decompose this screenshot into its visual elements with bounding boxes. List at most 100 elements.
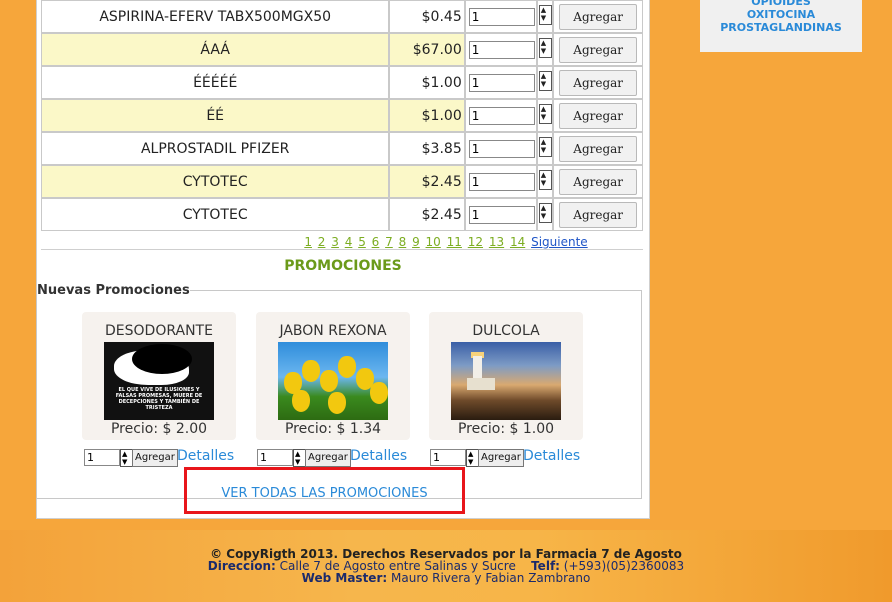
quantity-input[interactable] xyxy=(430,449,466,466)
table-row: ÁAÁ $67.00 ▲▼ Agregar xyxy=(41,33,643,66)
promo-title: DULCOLA xyxy=(472,323,540,339)
product-price: $0.45 xyxy=(389,0,465,33)
see-all-promotions-link[interactable]: VER TODAS LAS PROMOCIONES xyxy=(184,467,465,514)
page-link[interactable]: 11 xyxy=(447,235,462,249)
image-caption: EL QUE VIVE DE ILUSIONES Y FALSAS PROMES… xyxy=(115,387,203,411)
arrow-down-icon[interactable]: ▼ xyxy=(541,113,546,121)
quantity-stepper[interactable]: ▲ ▼ xyxy=(538,4,552,25)
address-label: Direccion: xyxy=(207,559,276,573)
arrow-up-icon[interactable]: ▲ xyxy=(541,39,546,47)
arrow-up-icon[interactable]: ▲ xyxy=(541,72,546,80)
promo-title: DESODORANTE xyxy=(105,323,213,339)
quantity-input[interactable] xyxy=(468,172,535,191)
arrow-up-icon[interactable]: ▲ xyxy=(541,105,546,113)
lighthouse-house xyxy=(467,378,495,390)
quantity-stepper[interactable]: ▲ ▼ xyxy=(538,103,552,124)
quantity-stepper[interactable]: ▲ ▼ xyxy=(538,136,552,157)
details-link[interactable]: Detalles xyxy=(177,448,234,464)
add-button[interactable]: Agregar xyxy=(559,102,638,129)
promo-card[interactable]: DESODORANTE EL QUE VIVE DE ILUSIONES Y F… xyxy=(82,312,236,440)
tulip-shape xyxy=(320,370,338,392)
arrow-up-icon[interactable]: ▲ xyxy=(468,450,473,458)
add-button[interactable]: Agregar xyxy=(559,201,638,228)
add-button[interactable]: Agregar xyxy=(559,3,638,30)
promo-card[interactable]: JABON REXONA Precio: $ 1.34 xyxy=(256,312,410,440)
arrow-up-icon[interactable]: ▲ xyxy=(295,450,300,458)
product-name: ÉÉ xyxy=(41,99,390,132)
add-button[interactable]: Agregar xyxy=(559,135,638,162)
arrow-up-icon[interactable]: ▲ xyxy=(541,6,546,14)
category-prostaglandinas[interactable]: PROSTAGLANDINAS xyxy=(700,21,862,34)
page-link[interactable]: 7 xyxy=(385,235,393,249)
add-button[interactable]: Agregar xyxy=(559,69,638,96)
promo-title: JABON REXONA xyxy=(279,323,387,339)
add-button[interactable]: Agregar xyxy=(559,168,638,195)
page-link[interactable]: 4 xyxy=(345,235,353,249)
arrow-up-icon[interactable]: ▲ xyxy=(541,204,546,212)
page-link[interactable]: 12 xyxy=(468,235,483,249)
table-row: ASPIRINA-EFERV TABX500MGX50 $0.45 ▲▼ Agr… xyxy=(41,0,643,33)
promo-image[interactable] xyxy=(278,342,388,420)
quantity-input[interactable] xyxy=(468,205,535,224)
arrow-down-icon[interactable]: ▼ xyxy=(541,212,546,220)
promo-image[interactable]: EL QUE VIVE DE ILUSIONES Y FALSAS PROMES… xyxy=(104,342,214,420)
product-price: $1.00 xyxy=(389,66,465,99)
arrow-down-icon[interactable]: ▼ xyxy=(122,458,127,466)
webmaster-value: Mauro Rivera y Fabian Zambrano xyxy=(391,571,591,585)
promo-image[interactable] xyxy=(451,342,561,420)
quantity-stepper[interactable]: ▲ ▼ xyxy=(538,70,552,91)
arrow-up-icon[interactable]: ▲ xyxy=(122,450,127,458)
page-link[interactable]: 1 xyxy=(304,235,312,249)
quantity-input[interactable] xyxy=(468,73,535,92)
arrow-down-icon[interactable]: ▼ xyxy=(541,146,546,154)
page-link[interactable]: 2 xyxy=(318,235,326,249)
details-link[interactable]: Detalles xyxy=(350,448,407,464)
table-row: ÉÉÉÉÉ $1.00 ▲▼ Agregar xyxy=(41,66,643,99)
tulip-shape xyxy=(328,392,346,414)
page-link[interactable]: 14 xyxy=(510,235,525,249)
promo-price: Precio: $ 1.00 xyxy=(457,421,555,437)
quantity-stepper[interactable]: ▲ ▼ xyxy=(538,169,552,190)
quantity-input[interactable] xyxy=(468,7,535,26)
arrow-up-icon[interactable]: ▲ xyxy=(541,171,546,179)
orca-shape xyxy=(132,344,192,374)
product-name: ASPIRINA-EFERV TABX500MGX50 xyxy=(41,0,390,33)
quantity-input[interactable] xyxy=(468,40,535,59)
quantity-input[interactable] xyxy=(84,449,120,466)
next-page-link[interactable]: Siguiente xyxy=(531,235,588,249)
quantity-input[interactable] xyxy=(468,139,535,158)
quantity-input[interactable] xyxy=(468,106,535,125)
page-link[interactable]: 10 xyxy=(426,235,441,249)
add-button[interactable]: Agregar xyxy=(305,449,351,467)
arrow-down-icon[interactable]: ▼ xyxy=(295,458,300,466)
tulip-shape xyxy=(338,356,356,378)
arrow-down-icon[interactable]: ▼ xyxy=(541,14,546,22)
category-opioides[interactable]: OPIOIDES xyxy=(700,0,862,8)
tulip-shape xyxy=(292,390,310,412)
product-name: ALPROSTADIL PFIZER xyxy=(41,132,390,165)
arrow-down-icon[interactable]: ▼ xyxy=(541,80,546,88)
page-link[interactable]: 3 xyxy=(331,235,339,249)
quantity-input[interactable] xyxy=(257,449,293,466)
add-button[interactable]: Agregar xyxy=(132,449,178,467)
promo-card[interactable]: DULCOLA Precio: $ 1.00 xyxy=(429,312,583,440)
table-row: CYTOTEC $2.45 ▲▼ Agregar xyxy=(41,165,643,198)
product-name: ÁAÁ xyxy=(41,33,390,66)
divider xyxy=(41,249,643,250)
page-link[interactable]: 9 xyxy=(412,235,420,249)
see-all-label[interactable]: VER TODAS LAS PROMOCIONES xyxy=(221,486,427,502)
arrow-down-icon[interactable]: ▼ xyxy=(468,458,473,466)
page-link[interactable]: 13 xyxy=(489,235,504,249)
arrow-up-icon[interactable]: ▲ xyxy=(541,138,546,146)
add-button[interactable]: Agregar xyxy=(478,449,524,467)
page-link[interactable]: 6 xyxy=(372,235,380,249)
quantity-stepper[interactable]: ▲ ▼ xyxy=(538,202,552,223)
page-link[interactable]: 8 xyxy=(399,235,407,249)
page-link[interactable]: 5 xyxy=(358,235,366,249)
details-link[interactable]: Detalles xyxy=(523,448,580,464)
quantity-stepper[interactable]: ▲ ▼ xyxy=(538,37,552,58)
add-button[interactable]: Agregar xyxy=(559,36,638,63)
arrow-down-icon[interactable]: ▼ xyxy=(541,179,546,187)
arrow-down-icon[interactable]: ▼ xyxy=(541,47,546,55)
category-oxitocina[interactable]: OXITOCINA xyxy=(700,8,862,21)
